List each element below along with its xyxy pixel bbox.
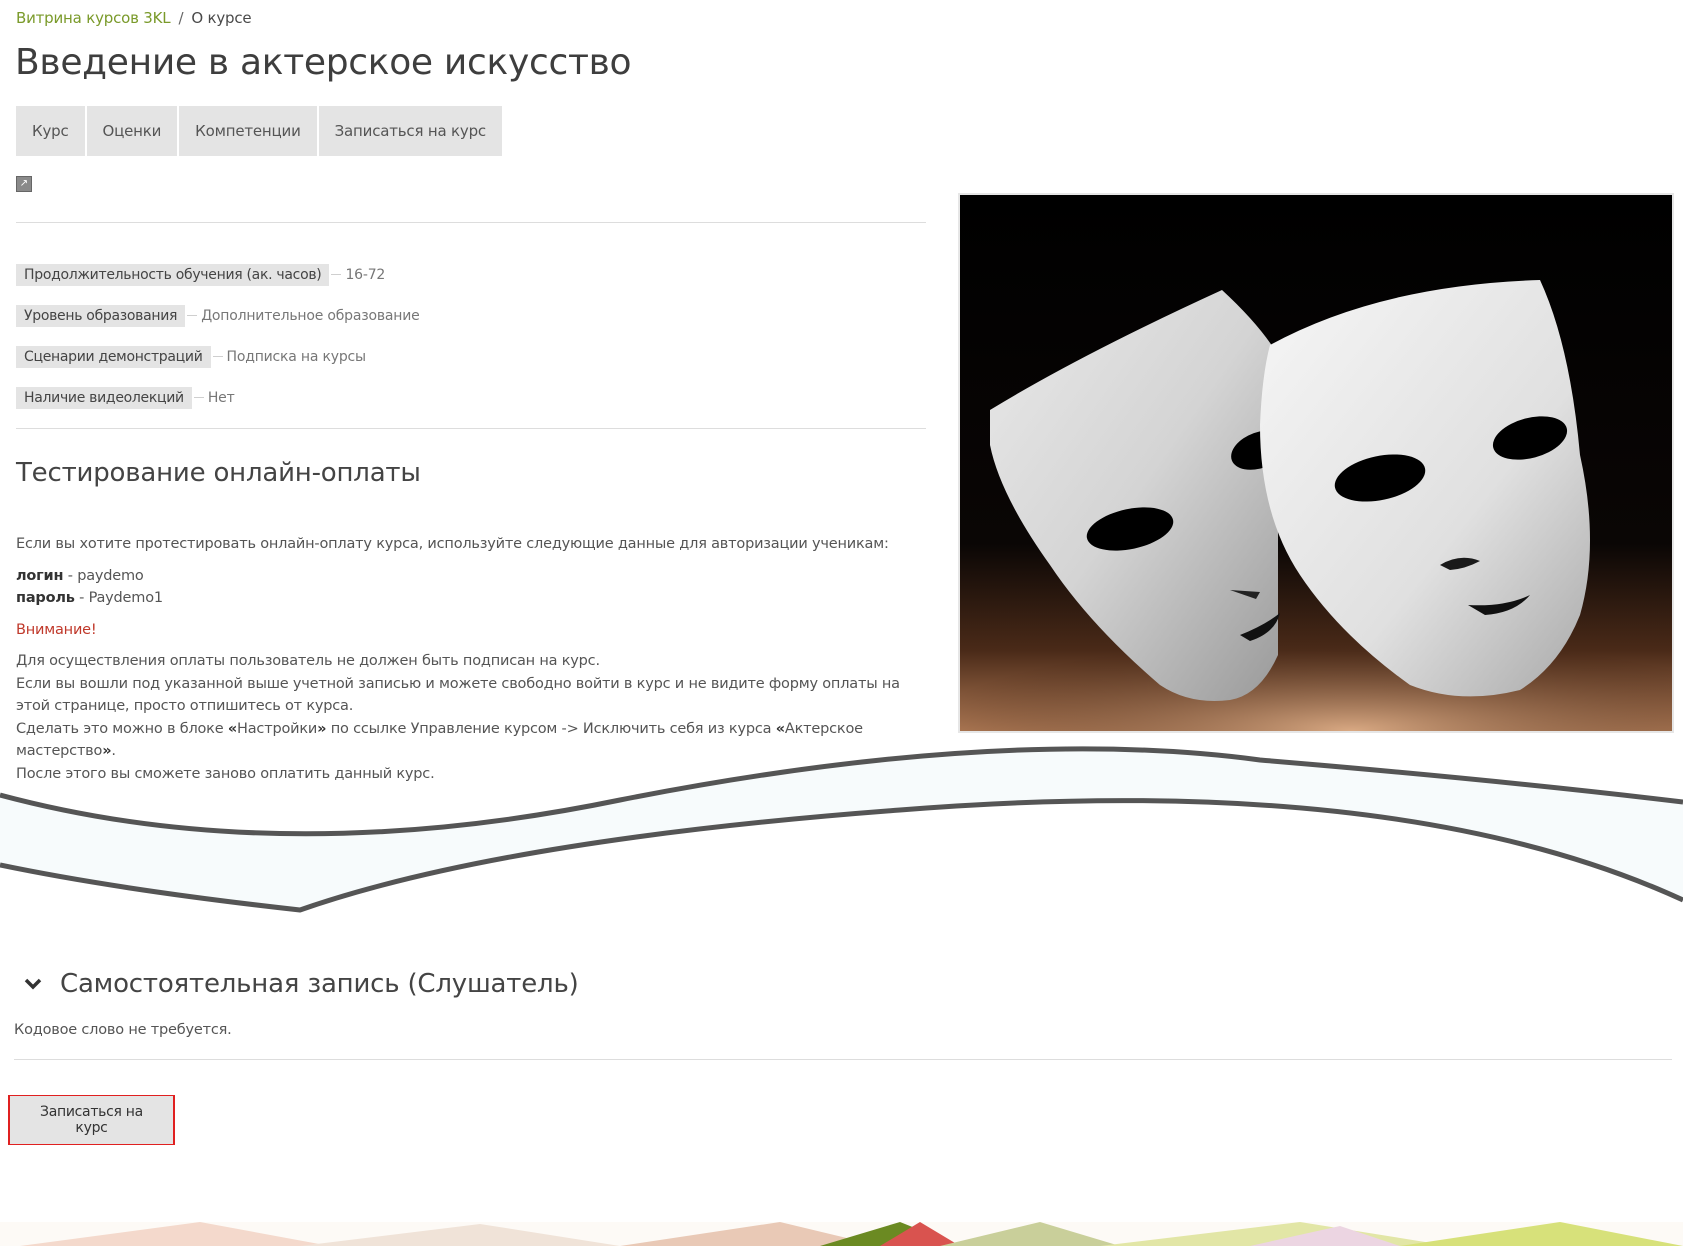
property-value: 16-72 xyxy=(345,266,386,283)
property-connector xyxy=(212,356,223,357)
property-connector xyxy=(331,274,342,275)
tab-enrol[interactable]: Записаться на курс xyxy=(318,106,502,156)
divider xyxy=(16,222,926,223)
footer-decorative-art xyxy=(0,1222,1683,1246)
property-row: Уровень образования Дополнительное образ… xyxy=(16,295,420,336)
enrol-button[interactable]: Записаться на курс xyxy=(10,1096,173,1144)
course-image xyxy=(958,193,1674,733)
property-label: Наличие видеолекций xyxy=(16,386,192,409)
decorative-wave xyxy=(0,746,1683,913)
enrol-note: Кодовое слово не требуется. xyxy=(14,1022,232,1038)
password-line: пароль - Paydemo1 xyxy=(16,587,926,610)
image-link-icon[interactable]: ↗ xyxy=(16,176,32,192)
property-connector xyxy=(187,315,198,316)
login-value: - paydemo xyxy=(63,567,144,584)
property-label: Уровень образования xyxy=(16,304,186,327)
property-row: Продолжительность обучения (ак. часов) 1… xyxy=(16,254,420,295)
login-line: логин - paydemo xyxy=(16,565,926,588)
tab-competencies[interactable]: Компетенции xyxy=(179,106,317,156)
divider xyxy=(14,1059,1672,1060)
property-row: Сценарии демонстраций Подписка на курсы xyxy=(16,336,420,377)
login-label: логин xyxy=(16,567,64,584)
breadcrumb: Витрина курсов 3KL / О курсе xyxy=(16,9,252,27)
enrol-section-heading: Самостоятельная запись (Слушатель) xyxy=(22,969,579,999)
chevron-down-icon[interactable] xyxy=(22,973,44,995)
breadcrumb-home-link[interactable]: Витрина курсов 3KL xyxy=(16,9,171,27)
course-properties: Продолжительность обучения (ак. часов) 1… xyxy=(16,254,420,418)
tab-grades[interactable]: Оценки xyxy=(86,106,178,156)
property-value: Дополнительное образование xyxy=(201,307,420,324)
password-label: пароль xyxy=(16,590,75,606)
divider xyxy=(16,428,926,429)
tab-course[interactable]: Курс xyxy=(16,106,85,156)
breadcrumb-current: О курсе xyxy=(191,9,252,27)
section-title: Тестирование онлайн-оплаты xyxy=(16,458,421,488)
warning-text: Внимание! xyxy=(16,621,97,638)
enrol-button-highlight: Записаться на курс xyxy=(8,1095,175,1145)
instruction-line: Если вы вошли под указанной выше учетной… xyxy=(16,675,900,715)
theatre-masks-image xyxy=(960,195,1672,731)
intro-text: Если вы хотите протестировать онлайн-опл… xyxy=(16,536,889,552)
property-label: Сценарии демонстраций xyxy=(16,345,211,368)
course-tabs: Курс Оценки Компетенции Записаться на ку… xyxy=(16,106,502,156)
property-row: Наличие видеолекций Нет xyxy=(16,377,420,418)
password-value: - Paydemo1 xyxy=(74,590,163,606)
enrol-heading-text: Самостоятельная запись (Слушатель) xyxy=(60,969,579,999)
page-title: Введение в актерское искусство xyxy=(15,42,632,83)
breadcrumb-separator: / xyxy=(178,9,184,27)
property-value: Нет xyxy=(207,389,235,406)
property-value: Подписка на курсы xyxy=(226,348,367,365)
property-label: Продолжительность обучения (ак. часов) xyxy=(16,263,330,286)
instruction-line: Для осуществления оплаты пользователь не… xyxy=(16,653,600,669)
property-connector xyxy=(193,397,204,398)
